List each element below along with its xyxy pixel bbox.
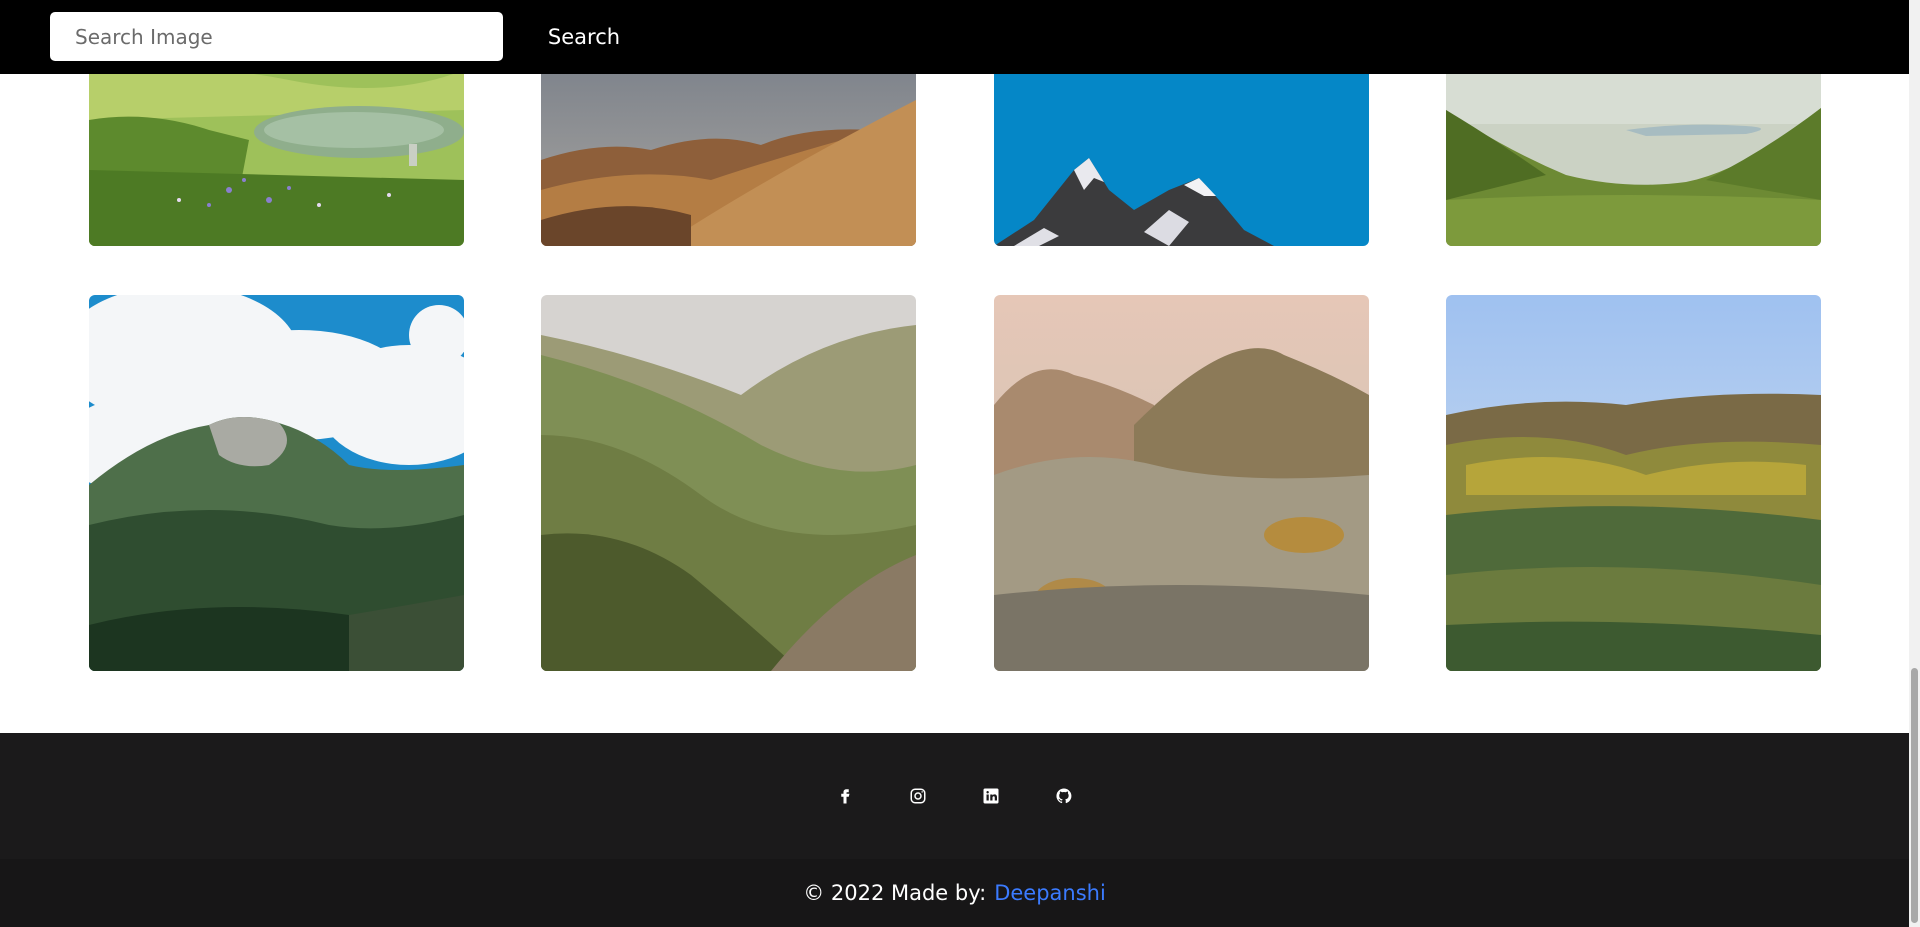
page: Search © 2022 Made by: Deepanshi bbox=[0, 0, 1920, 927]
copyright-bar: © 2022 Made by: Deepanshi bbox=[0, 859, 1909, 927]
facebook-icon[interactable] bbox=[836, 787, 854, 805]
top-bar: Search bbox=[0, 0, 1909, 74]
image-gallery bbox=[0, 0, 1909, 733]
github-icon[interactable] bbox=[1055, 787, 1073, 805]
search-input[interactable] bbox=[50, 12, 503, 61]
gallery-image-green-rolling-hills[interactable] bbox=[541, 295, 916, 671]
instagram-icon[interactable] bbox=[909, 787, 927, 805]
copyright-text: © 2022 Made by: bbox=[803, 881, 987, 905]
page-scrollbar[interactable] bbox=[1909, 0, 1920, 927]
gallery-image-hills-blue-sky-wildflowers[interactable] bbox=[1446, 295, 1821, 671]
search-button[interactable]: Search bbox=[535, 12, 633, 61]
author-link[interactable]: Deepanshi bbox=[994, 881, 1106, 905]
footer: © 2022 Made by: Deepanshi bbox=[0, 733, 1909, 927]
linkedin-icon[interactable] bbox=[982, 787, 1000, 805]
gallery-image-forested-mountain-clouds[interactable] bbox=[89, 295, 464, 671]
scrollbar-thumb[interactable] bbox=[1911, 668, 1918, 923]
social-links bbox=[0, 733, 1909, 859]
gallery-image-hazy-hills-sunset[interactable] bbox=[994, 295, 1369, 671]
